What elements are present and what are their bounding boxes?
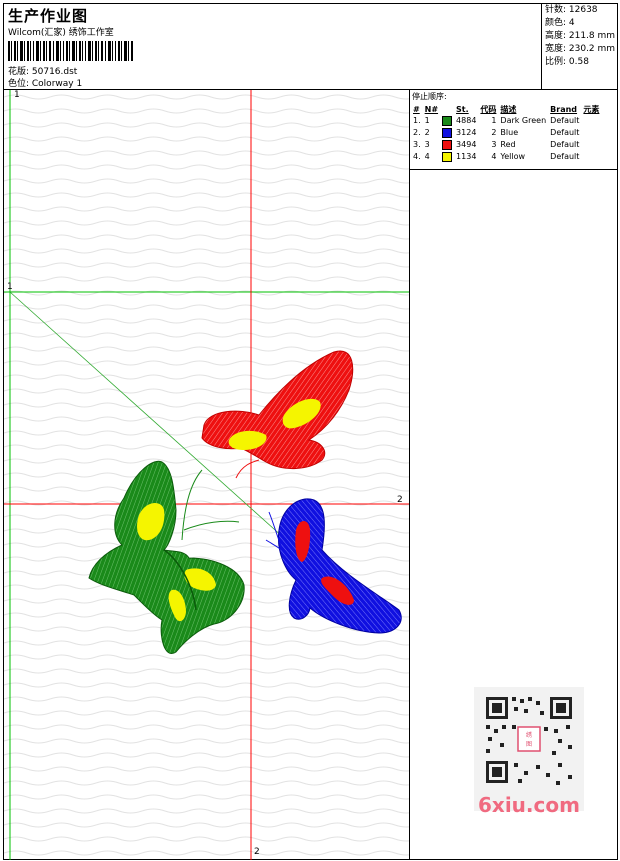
embroidery-preview bbox=[4, 90, 409, 860]
table-row: 2. 2 3124 2 Blue Default bbox=[411, 127, 601, 139]
row-code: 3 bbox=[491, 140, 497, 149]
row-code: 2 bbox=[491, 128, 497, 137]
row-code: 1 bbox=[491, 116, 497, 125]
col-element: 元素 bbox=[583, 104, 600, 114]
red-guide-label-bottom: 2 bbox=[254, 847, 260, 857]
row-element bbox=[581, 139, 601, 151]
green-guide-label-left: 1 bbox=[7, 282, 13, 292]
row-stitches: 3494 bbox=[456, 140, 477, 149]
worksheet-header: 生产作业图 Wilcom(汇家) 绣饰工作室 花版: 50716.dst 色位:… bbox=[4, 4, 617, 90]
colorway-label: 色位: Colorway 1 bbox=[8, 79, 83, 89]
studio-subtitle: Wilcom(汇家) 绣饰工作室 bbox=[8, 28, 114, 38]
color-swatch bbox=[442, 115, 453, 126]
row-swatch bbox=[440, 127, 454, 139]
design-height: 高度: 211.8 mm bbox=[545, 31, 616, 41]
row-brand: Default bbox=[550, 116, 580, 125]
side-panel: 停止顺序: # N# St. 代码 描述 Brand 元素 1. 1 4884 1 Da… bbox=[410, 90, 617, 860]
row-swatch bbox=[440, 139, 454, 151]
row-needle: 2 bbox=[424, 128, 430, 137]
table-row: 3. 3 3494 3 Red Default bbox=[411, 139, 601, 151]
row-element bbox=[581, 151, 601, 163]
row-description: Blue bbox=[500, 128, 519, 137]
row-element bbox=[581, 127, 601, 139]
svg-text:图: 图 bbox=[526, 741, 532, 748]
row-description: Dark Green bbox=[500, 116, 547, 125]
row-brand: Default bbox=[550, 140, 580, 149]
page-title: 生产作业图 bbox=[8, 7, 89, 25]
design-scale: 比例: 0.58 bbox=[545, 57, 589, 67]
row-number: 3. bbox=[413, 140, 421, 149]
row-stitches: 1134 bbox=[456, 152, 477, 161]
col-number: # bbox=[413, 104, 420, 114]
row-brand: Default bbox=[550, 152, 580, 161]
row-stitches: 4884 bbox=[456, 116, 477, 125]
table-row: 4. 4 1134 4 Yellow Default bbox=[411, 151, 601, 163]
col-stitches: St. bbox=[456, 104, 469, 114]
color-swatch bbox=[442, 127, 453, 138]
green-guide-label-top: 1 bbox=[14, 90, 20, 100]
col-brand: Brand bbox=[550, 104, 578, 114]
row-description: Yellow bbox=[500, 152, 526, 161]
stop-sequence-title: 停止顺序: bbox=[412, 92, 447, 101]
stop-sequence-panel: 停止顺序: # N# St. 代码 描述 Brand 元素 1. 1 4884 1 Da… bbox=[410, 90, 617, 170]
stop-sequence-table: # N# St. 代码 描述 Brand 元素 1. 1 4884 1 Dark Gre… bbox=[411, 103, 601, 163]
fabric-background bbox=[4, 90, 409, 860]
row-stitches: 3124 bbox=[456, 128, 477, 137]
site-watermark: 6xiu.com bbox=[478, 793, 580, 817]
row-number: 1. bbox=[413, 116, 421, 125]
production-worksheet: 生产作业图 Wilcom(汇家) 绣饰工作室 花版: 50716.dst 色位:… bbox=[3, 3, 618, 860]
design-preview: 1 1 2 2 bbox=[4, 90, 410, 860]
row-swatch bbox=[440, 151, 454, 163]
row-number: 4. bbox=[413, 152, 421, 161]
row-swatch bbox=[440, 115, 454, 127]
row-needle: 4 bbox=[424, 152, 430, 161]
col-swatch bbox=[440, 103, 454, 115]
row-brand: Default bbox=[550, 128, 580, 137]
row-code: 4 bbox=[491, 152, 497, 161]
design-stats: 针数: 12638 颜色: 4 高度: 211.8 mm 宽度: 230.2 m… bbox=[541, 4, 618, 89]
row-needle: 1 bbox=[424, 116, 430, 125]
stitch-count: 针数: 12638 bbox=[545, 5, 598, 15]
col-needle: N# bbox=[424, 104, 439, 114]
design-width: 宽度: 230.2 mm bbox=[545, 44, 616, 54]
col-description: 描述 bbox=[500, 104, 517, 114]
color-count: 颜色: 4 bbox=[545, 18, 575, 28]
table-header-row: # N# St. 代码 描述 Brand 元素 bbox=[411, 103, 601, 115]
barcode-image bbox=[8, 41, 133, 61]
row-element bbox=[581, 115, 601, 127]
col-code: 代码 bbox=[480, 104, 497, 114]
row-number: 2. bbox=[413, 128, 421, 137]
row-description: Red bbox=[500, 140, 516, 149]
color-swatch bbox=[442, 139, 453, 150]
svg-text:绣: 绣 bbox=[526, 731, 532, 739]
color-swatch bbox=[442, 151, 453, 162]
row-needle: 3 bbox=[424, 140, 430, 149]
red-guide-label-right: 2 bbox=[397, 495, 403, 505]
table-row: 1. 1 4884 1 Dark Green Default bbox=[411, 115, 601, 127]
